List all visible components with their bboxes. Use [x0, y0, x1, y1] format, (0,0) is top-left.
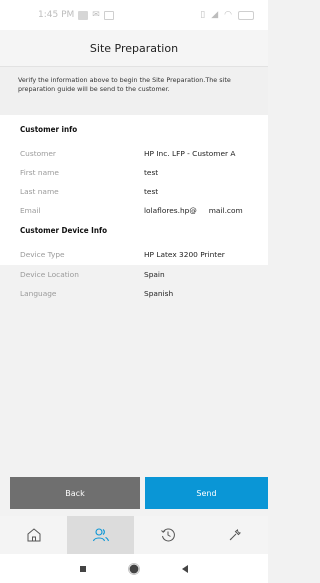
email-value: lolaflores.hp@ mail.com — [144, 206, 243, 215]
wifi-icon: ◠ — [224, 10, 232, 20]
intro-text: Verify the information above to begin th… — [18, 76, 231, 93]
tab-tools[interactable] — [201, 516, 268, 554]
language-row: Language Spanish — [20, 289, 260, 301]
status-bar: 1:45 PM ✉ ▯ ◢ ◠ — [0, 0, 268, 30]
first-name-row: First name test — [20, 168, 260, 180]
device-info-title: Customer Device Info — [20, 226, 108, 235]
email-label: Email — [20, 206, 41, 215]
tab-customers[interactable] — [67, 516, 134, 554]
signal-icon: ◢ — [211, 10, 219, 20]
page-title: Site Preparation — [89, 41, 179, 55]
email-value-part2: mail.com — [208, 206, 243, 215]
users-icon — [92, 528, 109, 542]
back-button[interactable]: Back — [10, 477, 140, 509]
notification-icon — [78, 10, 89, 20]
language-value: Spanish — [144, 289, 174, 298]
recents-icon[interactable] — [78, 564, 88, 574]
history-icon — [160, 528, 175, 542]
device-type-row: Device Type HP Latex 3200 Printer — [20, 250, 260, 262]
app-bar: Site Preparation — [0, 30, 268, 67]
intro-panel: Verify the information above to begin th… — [0, 67, 268, 115]
email-row: Email lolaflores.hp@ mail.com — [20, 206, 260, 218]
screenshot-icon — [103, 10, 114, 20]
last-name-value: test — [144, 187, 159, 196]
device-location-label: Device Location — [20, 270, 79, 279]
info-card: Customer info Customer HP Inc. LFP - Cus… — [0, 115, 268, 265]
customer-label: Customer — [20, 149, 56, 158]
device-type-label: Device Type — [20, 250, 65, 259]
home-icon — [27, 528, 40, 542]
send-button-label: Send — [196, 488, 217, 498]
device-location-row: Device Location Spain — [20, 270, 260, 282]
send-button[interactable]: Send — [145, 477, 268, 509]
status-time: 1:45 PM — [38, 10, 75, 20]
tab-history[interactable] — [134, 516, 201, 554]
customer-value: HP Inc. LFP - Customer A — [144, 149, 236, 158]
back-button-label: Back — [65, 488, 85, 498]
system-nav-bar — [0, 554, 268, 583]
last-name-row: Last name test — [20, 187, 260, 199]
customer-info-title: Customer info — [20, 125, 78, 134]
battery-icon — [238, 10, 254, 20]
device-type-value: HP Latex 3200 Printer — [144, 250, 225, 259]
customer-row: Customer HP Inc. LFP - Customer A — [20, 149, 260, 161]
tab-home[interactable] — [0, 516, 67, 554]
vibrate-icon: ▯ — [200, 10, 206, 20]
wrench-icon — [229, 528, 241, 541]
last-name-label: Last name — [20, 187, 59, 196]
bottom-tab-bar — [0, 516, 268, 554]
email-value-part1: lolaflores.hp@ — [144, 206, 197, 215]
back-nav-icon[interactable] — [180, 564, 190, 574]
language-label: Language — [20, 289, 57, 298]
mail-icon: ✉ — [92, 10, 100, 20]
device-location-value: Spain — [144, 270, 165, 279]
first-name-value: test — [144, 168, 159, 177]
first-name-label: First name — [20, 168, 59, 177]
home-nav-icon[interactable] — [128, 562, 140, 575]
